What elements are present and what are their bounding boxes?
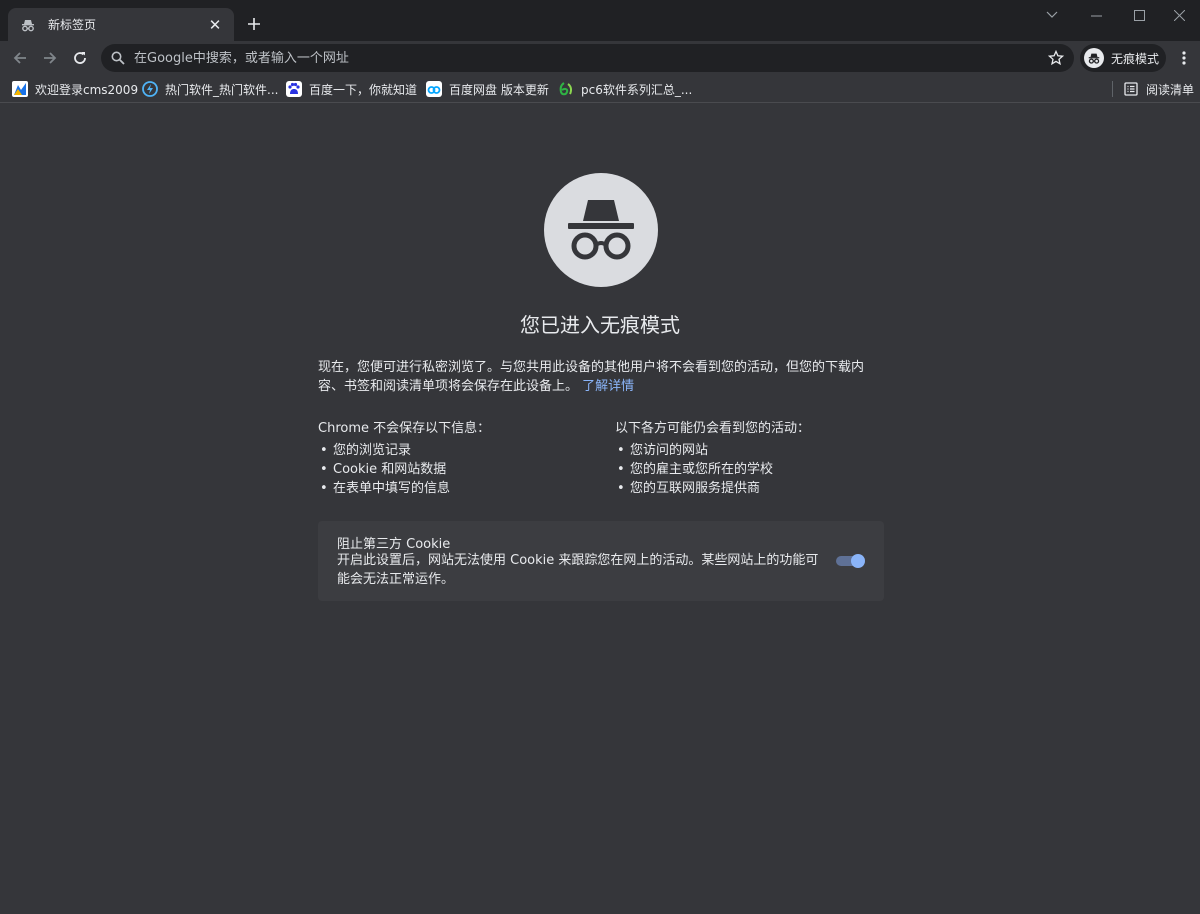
bookmark-label: 百度网盘 版本更新 bbox=[449, 82, 549, 97]
bookmarks-bar: 欢迎登录cms2009 热门软件_热门软件... 百度一下，你就知道 百度网盘 … bbox=[0, 75, 1200, 103]
third-party-cookie-card: 阻止第三方 Cookie 开启此设置后，网站无法使用 Cookie 来跟踪您在网… bbox=[318, 521, 884, 601]
close-tab-icon[interactable]: ✕ bbox=[206, 16, 224, 34]
bookmark-item[interactable]: 百度一下，你就知道 bbox=[286, 78, 417, 100]
not-saved-list: Chrome 不会保存以下信息： 您的浏览记录 Cookie 和网站数据 在表单… bbox=[318, 419, 588, 498]
reload-icon bbox=[74, 52, 86, 64]
plus-icon bbox=[248, 18, 260, 30]
toolbar: 无痕模式 bbox=[0, 41, 1200, 75]
bookmark-item[interactable]: pc6软件系列汇总_... bbox=[558, 78, 692, 100]
bookmark-label: pc6软件系列汇总_... bbox=[581, 82, 693, 97]
address-input[interactable] bbox=[134, 50, 1044, 66]
close-icon bbox=[1173, 9, 1185, 21]
omnibox[interactable] bbox=[101, 44, 1074, 72]
list-item: Cookie 和网站数据 bbox=[318, 460, 588, 479]
intro-paragraph: 现在，您便可进行私密浏览了。与您共用此设备的其他用户将不会看到您的活动，但您的下… bbox=[318, 358, 884, 396]
bookmark-item[interactable]: 热门软件_热门软件... bbox=[142, 78, 278, 100]
baidu-netdisk-favicon-icon bbox=[426, 81, 442, 97]
incognito-chip-label: 无痕模式 bbox=[1111, 51, 1160, 66]
back-button[interactable] bbox=[8, 46, 32, 70]
cookie-card-title: 阻止第三方 Cookie bbox=[337, 537, 451, 552]
may-see-title: 以下各方可能仍会看到您的活动： bbox=[615, 421, 811, 436]
more-vertical-icon bbox=[1182, 51, 1186, 65]
arrow-left-icon bbox=[13, 52, 26, 64]
list-item: 您的互联网服务提供商 bbox=[615, 479, 885, 498]
may-see-list: 以下各方可能仍会看到您的活动： 您访问的网站 您的雇主或您所在的学校 您的互联网… bbox=[615, 419, 885, 498]
bookmarks-separator bbox=[1112, 81, 1113, 97]
bookmark-item[interactable]: 欢迎登录cms2009 bbox=[12, 78, 138, 100]
forward-button[interactable] bbox=[38, 46, 62, 70]
incognito-logo-icon bbox=[544, 173, 658, 287]
reading-list-label: 阅读清单 bbox=[1146, 82, 1195, 97]
reload-button[interactable] bbox=[68, 46, 92, 70]
incognito-icon bbox=[20, 17, 36, 33]
minimize-icon bbox=[1090, 15, 1102, 16]
hot-software-favicon-icon bbox=[142, 81, 158, 97]
bookmark-star-button[interactable] bbox=[1044, 46, 1068, 70]
list-item: 在表单中填写的信息 bbox=[318, 479, 588, 498]
maximize-icon bbox=[1133, 9, 1145, 21]
list-item: 您访问的网站 bbox=[615, 441, 885, 460]
chevron-down-icon bbox=[1046, 11, 1058, 18]
pc6-favicon-icon bbox=[558, 81, 574, 97]
new-tab-button[interactable] bbox=[243, 13, 265, 35]
chrome-menu-button[interactable] bbox=[1173, 46, 1195, 70]
baidu-favicon-icon bbox=[286, 81, 302, 97]
learn-more-link[interactable]: 了解详情 bbox=[582, 379, 634, 394]
block-cookies-toggle[interactable] bbox=[836, 554, 866, 568]
minimize-button[interactable] bbox=[1073, 0, 1119, 30]
tab-strip: 新标签页 ✕ bbox=[0, 0, 1200, 41]
tab-search-button[interactable] bbox=[1029, 0, 1075, 30]
reading-list-icon bbox=[1123, 81, 1139, 97]
search-icon bbox=[111, 51, 125, 65]
bookmark-label: 百度一下，你就知道 bbox=[309, 82, 418, 97]
bookmark-label: 欢迎登录cms2009 bbox=[35, 82, 139, 97]
cookie-card-description: 开启此设置后，网站无法使用 Cookie 来跟踪您在网上的活动。某些网站上的功能… bbox=[337, 553, 819, 587]
tab-title: 新标签页 bbox=[48, 18, 97, 32]
incognito-profile-button[interactable]: 无痕模式 bbox=[1080, 44, 1166, 72]
toggle-knob bbox=[851, 554, 865, 568]
page-title: 您已进入无痕模式 bbox=[520, 313, 680, 337]
bookmark-label: 热门软件_热门软件... bbox=[165, 82, 279, 97]
tab-new-tab[interactable]: 新标签页 ✕ bbox=[8, 8, 234, 41]
bookmark-item[interactable]: 百度网盘 版本更新 bbox=[426, 78, 549, 100]
not-saved-title: Chrome 不会保存以下信息： bbox=[318, 421, 491, 436]
list-item: 您的浏览记录 bbox=[318, 441, 588, 460]
close-window-button[interactable] bbox=[1156, 0, 1200, 30]
arrow-right-icon bbox=[44, 52, 57, 64]
star-icon bbox=[1048, 50, 1064, 66]
cms-favicon-icon bbox=[12, 81, 28, 97]
incognito-icon bbox=[1084, 48, 1104, 68]
list-item: 您的雇主或您所在的学校 bbox=[615, 460, 885, 479]
reading-list-button[interactable]: 阅读清单 bbox=[1123, 78, 1194, 100]
